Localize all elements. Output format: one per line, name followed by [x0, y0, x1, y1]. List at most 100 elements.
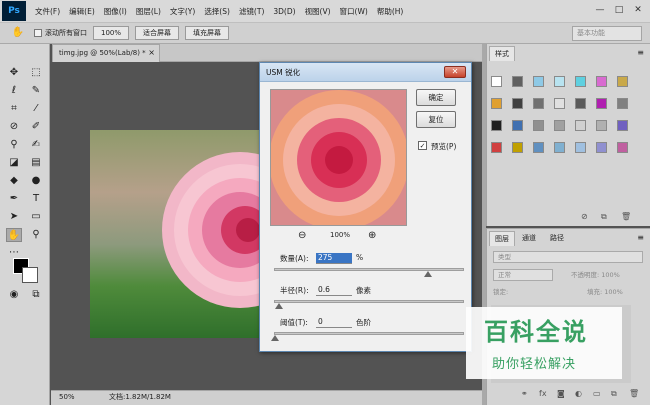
- style-swatch[interactable]: [491, 142, 502, 153]
- menu-help[interactable]: 帮助(H): [377, 6, 404, 17]
- tab-styles[interactable]: 样式: [489, 46, 515, 61]
- screen-mode-icon[interactable]: ⧉: [28, 288, 44, 302]
- quick-mask-icon[interactable]: ◉: [6, 288, 22, 302]
- link-layers-icon[interactable]: ⚭: [521, 389, 528, 398]
- blur-tool-icon[interactable]: ◆: [6, 174, 22, 188]
- hand-tool-icon[interactable]: ✋: [10, 26, 26, 40]
- zoom-in-icon[interactable]: ⊕: [368, 230, 376, 241]
- style-swatch[interactable]: [575, 98, 586, 109]
- delete-layer-icon[interactable]: 🗑: [629, 389, 639, 398]
- clear-style-icon[interactable]: ⊘: [581, 212, 588, 221]
- fill-screen-button[interactable]: 填充屏幕: [185, 26, 230, 40]
- style-swatch[interactable]: [491, 98, 502, 109]
- style-swatch[interactable]: [533, 98, 544, 109]
- amount-slider[interactable]: [274, 268, 464, 277]
- menu-filter[interactable]: 滤镜(T): [239, 6, 264, 17]
- workspace-select[interactable]: 基本功能: [572, 26, 642, 41]
- menu-window[interactable]: 窗口(W): [340, 6, 368, 17]
- threshold-slider[interactable]: [271, 332, 464, 341]
- style-swatch[interactable]: [554, 76, 565, 87]
- menu-type[interactable]: 文字(Y): [170, 6, 195, 17]
- layer-kind-filter[interactable]: 类型: [493, 251, 643, 263]
- dialog-close-button[interactable]: ✕: [444, 66, 466, 78]
- menu-select[interactable]: 选择(S): [204, 6, 230, 17]
- menu-edit[interactable]: 编辑(E): [69, 6, 95, 17]
- style-swatch[interactable]: [575, 76, 586, 87]
- document-tab[interactable]: timg.jpg @ 50%(Lab/8) * ×: [52, 44, 160, 62]
- zoom-level-field[interactable]: 50%: [59, 391, 75, 404]
- background-color-swatch[interactable]: [22, 267, 38, 283]
- style-swatch[interactable]: [512, 120, 523, 131]
- fit-screen-button[interactable]: 适合屏幕: [135, 26, 180, 40]
- amount-input[interactable]: 275: [316, 253, 352, 264]
- style-swatch[interactable]: [617, 98, 628, 109]
- style-swatch[interactable]: [491, 120, 502, 131]
- style-swatch[interactable]: [554, 98, 565, 109]
- brush-tool-icon[interactable]: ✐: [28, 120, 44, 134]
- layer-mask-icon[interactable]: ◙: [557, 389, 565, 398]
- eyedropper-tool-icon[interactable]: ⁄: [28, 102, 44, 116]
- menu-image[interactable]: 图像(I): [104, 6, 127, 17]
- path-select-tool-icon[interactable]: ➤: [6, 210, 22, 224]
- style-swatch[interactable]: [512, 142, 523, 153]
- style-swatch[interactable]: [596, 98, 607, 109]
- shape-tool-icon[interactable]: ▭: [28, 210, 44, 224]
- style-swatch[interactable]: [533, 120, 544, 131]
- filter-preview[interactable]: [270, 89, 407, 226]
- style-swatch[interactable]: [617, 142, 628, 153]
- blend-mode-select[interactable]: 正常: [493, 269, 553, 281]
- pen-tool-icon[interactable]: ✒: [6, 192, 22, 206]
- style-swatch[interactable]: [575, 120, 586, 131]
- scroll-all-windows-checkbox[interactable]: [34, 29, 42, 37]
- close-icon[interactable]: ×: [148, 45, 155, 61]
- style-swatch[interactable]: [596, 120, 607, 131]
- style-swatch[interactable]: [596, 142, 607, 153]
- threshold-slider-thumb[interactable]: [271, 335, 279, 341]
- opacity-field[interactable]: 不透明度: 100%: [571, 270, 620, 282]
- style-swatch[interactable]: [617, 120, 628, 131]
- adjustment-layer-icon[interactable]: ◐: [575, 389, 582, 398]
- styles-panel-menu-icon[interactable]: ≡: [637, 48, 644, 57]
- preview-checkbox[interactable]: ✓: [418, 141, 427, 150]
- healing-brush-tool-icon[interactable]: ⊘: [6, 120, 22, 134]
- tab-channels[interactable]: 通道: [517, 231, 541, 246]
- dialog-titlebar[interactable]: USM 锐化 ✕: [260, 63, 471, 82]
- dodge-tool-icon[interactable]: ●: [28, 174, 44, 188]
- quick-select-tool-icon[interactable]: ✎: [28, 84, 44, 98]
- threshold-input[interactable]: 0: [316, 317, 352, 328]
- close-window-button[interactable]: ✕: [630, 3, 646, 17]
- ok-button[interactable]: 确定: [416, 89, 456, 106]
- type-tool-icon[interactable]: T: [28, 192, 44, 206]
- zoom-tool-icon[interactable]: ⚲: [28, 228, 44, 242]
- reset-button[interactable]: 复位: [416, 111, 456, 128]
- minimize-button[interactable]: —: [592, 3, 608, 17]
- tab-layers[interactable]: 图层: [489, 231, 515, 246]
- clone-stamp-tool-icon[interactable]: ⚲: [6, 138, 22, 152]
- zoom-100-button[interactable]: 100%: [93, 26, 130, 40]
- radius-slider[interactable]: [274, 300, 464, 309]
- zoom-out-icon[interactable]: ⊖: [298, 230, 306, 241]
- new-layer-icon[interactable]: ⧉: [611, 389, 617, 399]
- style-swatch[interactable]: [512, 98, 523, 109]
- amount-slider-thumb[interactable]: [423, 271, 432, 277]
- radius-slider-thumb[interactable]: [274, 303, 283, 309]
- eraser-tool-icon[interactable]: ◪: [6, 156, 22, 170]
- gradient-tool-icon[interactable]: ▤: [28, 156, 44, 170]
- menu-3d[interactable]: 3D(D): [273, 7, 295, 16]
- style-swatch[interactable]: [575, 142, 586, 153]
- layer-effects-icon[interactable]: fx: [539, 389, 547, 398]
- move-tool-icon[interactable]: ✥: [6, 66, 22, 80]
- style-swatch[interactable]: [554, 120, 565, 131]
- crop-tool-icon[interactable]: ⌗: [6, 102, 22, 116]
- layers-panel-menu-icon[interactable]: ≡: [637, 233, 644, 242]
- restore-button[interactable]: □: [611, 3, 627, 17]
- delete-style-icon[interactable]: 🗑: [621, 212, 631, 221]
- style-swatch[interactable]: [617, 76, 628, 87]
- menu-file[interactable]: 文件(F): [35, 6, 60, 17]
- history-brush-tool-icon[interactable]: ✍: [28, 138, 44, 152]
- style-swatch[interactable]: [554, 142, 565, 153]
- new-style-icon[interactable]: ⧉: [601, 212, 607, 222]
- style-swatch[interactable]: [533, 76, 544, 87]
- tab-paths[interactable]: 路径: [545, 231, 569, 246]
- flower-photo[interactable]: [90, 130, 262, 338]
